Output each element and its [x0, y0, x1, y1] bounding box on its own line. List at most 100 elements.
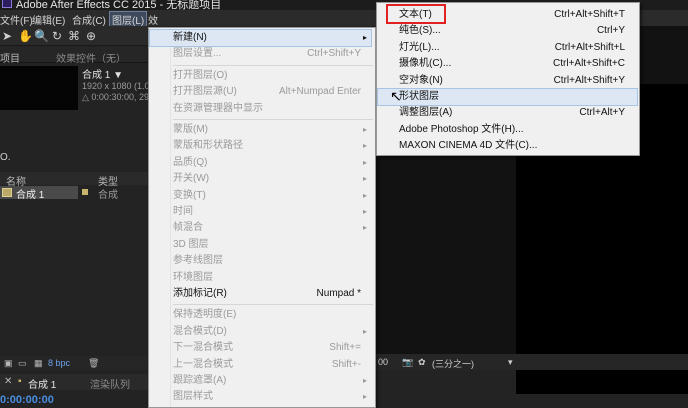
new-folder-icon[interactable]: ▭: [18, 358, 27, 369]
menu-item-label: 空对象(N): [399, 74, 443, 86]
menu-item-label: 形状图层: [399, 91, 439, 102]
composition-thumbnail: [0, 66, 78, 110]
menu-item-shortcut: Ctrl+Alt+Shift+L: [554, 41, 625, 53]
new-submenu: 文本(T) Ctrl+Alt+Shift+T 纯色(S)... Ctrl+Y 灯光(L)…: [376, 2, 640, 156]
layer-menu-item[interactable]: 变换(T) ▸: [173, 188, 371, 204]
tools-toolbar: ➤ ✋ 🔍 ↻ ⌘ ⊕: [0, 26, 148, 46]
camera-tool-icon[interactable]: ⌘: [68, 29, 80, 43]
submenu-arrow-icon: ▸: [362, 141, 367, 151]
menu-item-shortcut: Numpad *: [316, 288, 361, 299]
pan-behind-icon[interactable]: ⊕: [86, 29, 96, 43]
interpret-footage-icon[interactable]: ▣: [4, 358, 13, 369]
layer-menu-item[interactable]: 环境图层: [173, 270, 371, 286]
layer-menu-item[interactable]: 蒙版和形状路径 ▸: [173, 138, 371, 154]
menu-item-label: 跟踪遮罩(A): [173, 375, 227, 386]
menu-item-label: 品质(Q): [173, 156, 208, 168]
composition-tab-icon: ▪: [18, 376, 22, 387]
layer-menu-item[interactable]: 时间 ▸: [173, 204, 371, 220]
after-effects-logo-icon: [2, 0, 12, 8]
menu-item-label: Adobe Photoshop 文件(H)...: [399, 123, 524, 135]
new-submenu-item[interactable]: 摄像机(C)... Ctrl+Alt+Shift+C: [399, 56, 635, 72]
new-submenu-item[interactable]: 调整图层(A) Ctrl+Alt+Y: [399, 105, 635, 121]
new-submenu-item[interactable]: 形状图层: [377, 88, 638, 106]
composition-info: 合成 1 ▼ 1920 x 1080 (1.00) △ 0:00:30:00, …: [82, 70, 158, 103]
menu-item-label: 蒙版和形状路径: [173, 140, 243, 152]
layer-menu-item[interactable]: 打开图层(O): [173, 68, 371, 84]
menu-item-shortcut: Ctrl+Y: [596, 25, 625, 37]
layer-menu-item[interactable]: 打开图层源(U) Alt+Numpad Enter: [173, 84, 371, 100]
menu-item-shortcut: Ctrl+Alt+Y: [579, 107, 625, 119]
submenu-arrow-icon: ▸: [362, 33, 367, 42]
tab-comp-timeline[interactable]: 合成 1: [28, 376, 56, 391]
trash-icon[interactable]: 🗑: [88, 358, 99, 369]
layer-menu-item[interactable]: 蒙版(M) ▸: [173, 122, 371, 138]
snapshot-icon[interactable]: 📷: [402, 357, 413, 368]
menu-item-label: 环境图层: [173, 271, 213, 283]
project-bottom-bar: ▣ ▭ ▦ 8 bpc 🗑: [0, 356, 148, 370]
menu-item-label: 打开图层(O): [173, 69, 228, 81]
menu-item-label: 在资源管理器中显示: [173, 102, 263, 114]
layer-menu-item[interactable]: 新建(N) ▸: [149, 29, 372, 47]
tab-render-queue[interactable]: 渲染队列: [90, 376, 130, 391]
layer-menu-item[interactable]: 添加标记(R) Numpad *: [173, 286, 371, 302]
menu-file[interactable]: 文件(F): [0, 12, 33, 26]
tab-effect-controls[interactable]: 效果控件（无）: [56, 50, 126, 65]
zoom-tool-icon[interactable]: 🔍: [34, 29, 49, 43]
project-panel-tabs: 项目 效果控件（无）: [0, 47, 148, 65]
bit-depth-button[interactable]: 8 bpc: [48, 358, 70, 368]
project-row[interactable]: 合成 1 合成: [0, 186, 148, 201]
menu-item-shortcut: Ctrl+Alt+Shift+Y: [553, 74, 625, 86]
layer-menu-item[interactable]: 开关(W) ▸: [173, 171, 371, 187]
layer-menu-item[interactable]: 帧混合 ▸: [173, 220, 371, 236]
new-comp-icon[interactable]: ▦: [34, 358, 43, 369]
menu-item-label: 调整图层(A): [399, 107, 453, 119]
new-submenu-item[interactable]: 空对象(N) Ctrl+Alt+Shift+Y: [399, 73, 635, 89]
menu-effect[interactable]: 效: [148, 12, 158, 26]
project-row-type: 合成: [98, 190, 118, 201]
menu-item-shortcut: Ctrl+Alt+Shift+T: [554, 9, 625, 20]
layer-menu-item[interactable]: 混合模式(D) ▸: [173, 324, 371, 340]
menu-separator: [173, 119, 373, 120]
hand-tool-icon[interactable]: ✋: [18, 29, 33, 43]
layer-menu-item[interactable]: 上一混合模式 Shift+-: [173, 357, 371, 373]
rotate-tool-icon[interactable]: ↻: [52, 29, 62, 43]
new-submenu-item[interactable]: MAXON CINEMA 4D 文件(C)...: [399, 138, 635, 154]
timeline-timecode[interactable]: 0:00:00:00: [0, 394, 54, 406]
menu-item-label: 帧混合: [173, 222, 203, 234]
tab-project[interactable]: 项目: [0, 50, 20, 65]
viewer-time[interactable]: 00: [378, 357, 388, 367]
new-submenu-item[interactable]: Adobe Photoshop 文件(H)...: [399, 122, 635, 138]
menu-separator: [173, 304, 373, 306]
layer-menu-item[interactable]: 图层样式 ▸: [173, 389, 371, 405]
layer-menu-item[interactable]: 品质(Q) ▸: [173, 155, 371, 171]
comp-duration: △ 0:00:30:00, 29: [82, 92, 149, 102]
layer-menu-item[interactable]: 图层设置... Ctrl+Shift+Y: [173, 46, 371, 62]
submenu-arrow-icon: ▸: [362, 125, 367, 134]
layer-menu-item[interactable]: 下一混合模式 Shift+=: [173, 340, 371, 356]
color-channel-icon[interactable]: ✿: [418, 357, 426, 368]
menu-item-label: 添加标记(R): [173, 288, 227, 299]
layer-menu-item[interactable]: 参考线图层: [173, 253, 371, 269]
layer-menu-item[interactable]: 跟踪遮罩(A) ▸: [173, 373, 371, 389]
close-icon[interactable]: ✕: [4, 376, 12, 387]
layer-menu-item[interactable]: 3D 图层: [173, 237, 371, 253]
menu-item-label: 新建(N): [173, 32, 207, 43]
new-submenu-item[interactable]: 灯光(L)... Ctrl+Alt+Shift+L: [399, 40, 635, 56]
viewer-bottom-bar: 00 📷 ✿ (三分之一) ▾: [376, 354, 688, 370]
comp-name[interactable]: 合成 1 ▼: [82, 70, 158, 81]
layer-menu-item[interactable]: 在资源管理器中显示: [173, 101, 371, 117]
chevron-down-icon[interactable]: ▾: [508, 357, 513, 368]
zoom-select[interactable]: (三分之一): [432, 357, 474, 370]
layer-menu-item[interactable]: 保持透明度(E): [173, 307, 371, 323]
menu-edit[interactable]: 编辑(E): [32, 12, 65, 26]
menu-composition[interactable]: 合成(C): [72, 12, 106, 26]
selection-tool-icon[interactable]: ➤: [2, 29, 12, 43]
menu-layer[interactable]: 图层(L): [108, 11, 148, 26]
submenu-arrow-icon: ▸: [362, 223, 367, 233]
menu-item-label: 图层设置...: [173, 48, 222, 60]
project-search[interactable]: O.: [0, 152, 148, 166]
project-row-name: 合成 1: [16, 190, 45, 201]
menu-item-label: 打开图层源(U): [173, 86, 237, 98]
mouse-cursor-icon: ↖: [390, 88, 402, 104]
new-submenu-item[interactable]: 纯色(S)... Ctrl+Y: [399, 23, 635, 39]
